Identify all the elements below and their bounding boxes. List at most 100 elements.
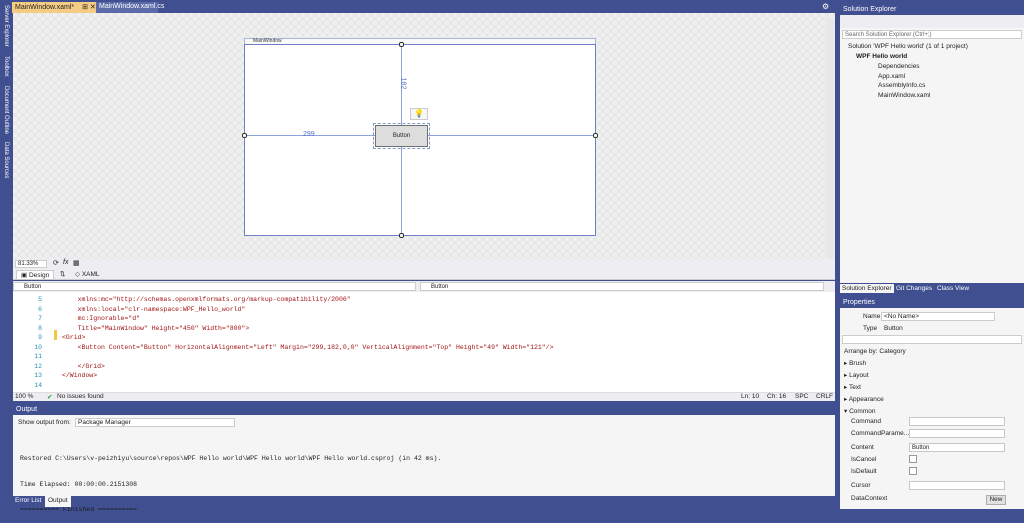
code-line[interactable]: </Window> — [62, 372, 97, 379]
category-label: Layout — [849, 372, 869, 379]
tab-label: MainWindow.xaml* — [15, 4, 75, 11]
code-line[interactable]: <Grid> — [62, 334, 85, 341]
se-search-input[interactable]: Search Solution Explorer (Ctrl+;) — [842, 30, 1022, 39]
line-number: 6 — [38, 305, 42, 313]
tree-item-assemblyinfo[interactable]: AssemblyInfo.cs — [878, 82, 925, 89]
lightbulb-icon[interactable]: 💡 — [410, 108, 428, 120]
grid-icon[interactable]: ▦ — [73, 259, 80, 267]
effects-icon[interactable]: fx — [63, 259, 68, 266]
tree-item-app-xaml[interactable]: App.xaml — [878, 73, 905, 80]
server-explorer-tab[interactable]: Server Explorer — [0, 4, 12, 48]
name-label: Name — [863, 313, 881, 320]
tab-xaml[interactable]: ◇ XAML — [75, 270, 100, 278]
arrange-by[interactable]: Arrange by: Category — [844, 348, 906, 355]
designer-vertical-scrollbar[interactable] — [826, 18, 834, 258]
check-icon: ✔ — [47, 394, 53, 401]
zoom-select[interactable]: 81.33% — [15, 260, 47, 268]
line-indicator: Ln: 10 — [741, 393, 760, 400]
design-label: Design — [28, 272, 50, 279]
right-handle[interactable] — [593, 133, 598, 138]
tab-output[interactable]: Output — [45, 496, 71, 507]
project-node[interactable]: WPF Hello world — [856, 53, 907, 60]
line-number: 7 — [38, 315, 42, 322]
code-line[interactable]: <Button Content="Button" HorizontalAlign… — [62, 344, 554, 351]
output-source-select[interactable]: Package Manager — [75, 418, 235, 427]
element-selector[interactable]: Button — [13, 282, 416, 291]
settings-icon[interactable]: ⚙ — [822, 2, 829, 11]
property-checkbox[interactable] — [909, 455, 917, 463]
tree-item-mainwindow[interactable]: MainWindow.xaml — [878, 92, 930, 99]
line-number: 5 — [38, 296, 42, 303]
category-layout[interactable]: ▸ Layout — [844, 371, 869, 379]
left-margin-label: 299 — [303, 131, 315, 138]
type-value: Button — [884, 325, 903, 332]
property-label: Command — [851, 418, 881, 425]
se-toolbar — [840, 15, 1024, 28]
new-button[interactable]: New — [986, 495, 1006, 505]
code-line[interactable]: </Grid> — [62, 363, 105, 370]
solution-node[interactable]: Solution 'WPF Hello world' (1 of 1 proje… — [848, 43, 968, 50]
tree-item-dependencies[interactable]: Dependencies — [878, 63, 920, 70]
bottom-handle[interactable] — [399, 233, 404, 238]
output-line: Time Elapsed: 00:00:00.2151308 — [20, 480, 138, 488]
properties-title: Properties — [840, 298, 1024, 308]
view-tabs-bar: ▣ Design ⇅ ◇ XAML — [13, 269, 835, 280]
tab-mainwindow-xaml[interactable]: MainWindow.xaml* ⊞ ✕ — [12, 2, 96, 13]
property-value[interactable] — [909, 481, 1005, 490]
property-checkbox[interactable] — [909, 467, 917, 475]
eol-indicator: CRLF — [816, 393, 833, 400]
property-label: IsDefault — [851, 468, 877, 475]
category-common[interactable]: ▾ Common — [844, 407, 875, 415]
issues-text[interactable]: No issues found — [57, 393, 104, 400]
swap-panes-icon[interactable]: ⇅ — [60, 270, 65, 278]
indent-indicator: SPC — [795, 393, 809, 400]
category-label: Brush — [849, 360, 867, 367]
solution-explorer-title: Solution Explorer — [840, 5, 1024, 15]
tab-solution-explorer[interactable]: Solution Explorer — [840, 284, 894, 293]
left-handle[interactable] — [242, 133, 247, 138]
category-label: Common — [849, 408, 876, 415]
output-line: ========== Finished ========== — [20, 506, 138, 513]
xaml-label: XAML — [81, 271, 100, 278]
category-text[interactable]: ▸ Text — [844, 383, 861, 391]
data-sources-tab[interactable]: Data Sources — [0, 140, 12, 180]
line-number: 12 — [34, 362, 42, 370]
toolbox-tab[interactable]: Toolbox — [0, 52, 12, 80]
property-value[interactable] — [909, 417, 1005, 426]
category-brush[interactable]: ▸ Brush — [844, 359, 866, 367]
member-selector[interactable]: Button — [420, 282, 824, 291]
output-line: Restored C:\Users\v-peizhiyu\source\repo… — [20, 455, 442, 462]
property-label: CommandParame... — [851, 430, 910, 437]
margin-bottom-line — [401, 147, 402, 236]
tab-git-changes[interactable]: Git Changes — [896, 285, 932, 292]
code-line[interactable]: xmlns:local="clr-namespace:WPF_Hello_wor… — [62, 306, 246, 313]
line-number: 13 — [34, 372, 42, 379]
tab-error-list[interactable]: Error List — [15, 497, 41, 504]
category-appearance[interactable]: ▸ Appearance — [844, 395, 884, 403]
tab-mainwindow-xaml-cs[interactable]: MainWindow.xaml.cs — [96, 2, 164, 13]
editor-status-bar: 100 % ✔ No issues found Ln: 10 Ch: 16 SP… — [13, 392, 835, 401]
top-handle[interactable] — [399, 42, 404, 47]
properties-search[interactable] — [842, 335, 1022, 344]
property-value[interactable]: Button — [909, 443, 1005, 452]
property-value[interactable] — [909, 429, 1005, 438]
property-label: IsCancel — [851, 456, 877, 463]
editor-zoom[interactable]: 100 % — [15, 393, 33, 400]
refresh-icon[interactable]: ⟳ — [53, 259, 59, 267]
line-number: 10 — [34, 343, 42, 351]
tab-design[interactable]: ▣ Design — [16, 270, 55, 280]
code-line[interactable]: Title="MainWindow" Height="450" Width="8… — [62, 325, 250, 332]
close-icon[interactable]: ✕ — [90, 4, 96, 11]
tab-class-view[interactable]: Class View — [937, 285, 969, 292]
document-outline-tab[interactable]: Document Outline — [0, 82, 12, 138]
left-tool-strip: Server Explorer Toolbox Document Outline… — [0, 0, 12, 509]
pin-icon[interactable]: ⊞ — [82, 4, 88, 11]
designer-button[interactable]: Button — [375, 125, 428, 147]
code-line[interactable]: mc:Ignorable="d" — [62, 315, 140, 322]
code-line[interactable]: xmlns:mc="http://schemas.openxmlformats.… — [62, 296, 351, 303]
property-label: Cursor — [851, 482, 871, 489]
property-label: DataContext — [851, 495, 888, 502]
col-indicator: Ch: 16 — [767, 393, 787, 400]
name-input[interactable]: <No Name> — [881, 312, 995, 321]
show-output-label: Show output from: — [18, 419, 71, 426]
